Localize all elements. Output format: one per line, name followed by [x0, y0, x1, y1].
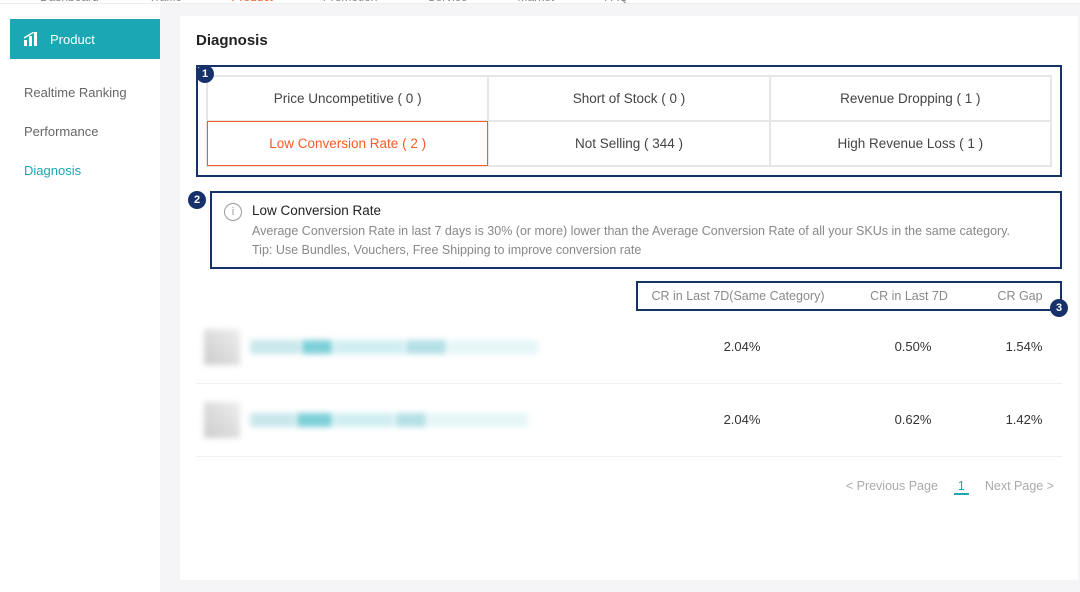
topnav-faq[interactable]: FAQ [604, 0, 628, 4]
page-title: Diagnosis [196, 32, 1062, 49]
annotation-marker-2: 2 [188, 191, 206, 209]
annotation-marker-3: 3 [1050, 299, 1068, 317]
table-row[interactable]: 2.04% 0.62% 1.42% [196, 384, 1062, 457]
topnav-traffic[interactable]: Traffic [149, 0, 182, 4]
sidebar-item-diagnosis[interactable]: Diagnosis [10, 155, 160, 186]
topnav-promotion[interactable]: Promotion [323, 0, 378, 4]
product-name-blurred [250, 332, 632, 362]
table-wrap: CR in Last 7D(Same Category) CR in Last … [196, 281, 1062, 495]
diag-revenue-dropping[interactable]: Revenue Dropping ( 1 ) [770, 76, 1051, 121]
pagination: < Previous Page 1 Next Page > [196, 457, 1062, 495]
diagnosis-grid: Price Uncompetitive ( 0 ) Short of Stock… [206, 75, 1052, 167]
next-page-link[interactable]: Next Page > [985, 479, 1054, 495]
table-row[interactable]: 2.04% 0.50% 1.54% [196, 311, 1062, 384]
info-icon: i [224, 203, 242, 221]
diag-high-revenue-loss[interactable]: High Revenue Loss ( 1 ) [770, 121, 1051, 166]
sidebar-header-label: Product [50, 32, 95, 47]
topnav-service[interactable]: Service [427, 0, 467, 4]
cell-cr-cat: 2.04% [652, 412, 832, 427]
diagnosis-box: 1 Price Uncompetitive ( 0 ) Short of Sto… [196, 65, 1062, 177]
diag-price-uncompetitive[interactable]: Price Uncompetitive ( 0 ) [207, 76, 488, 121]
main-content: Diagnosis 1 Price Uncompetitive ( 0 ) Sh… [180, 16, 1078, 580]
cell-gap: 1.54% [994, 339, 1054, 354]
product-name-blurred [250, 405, 632, 435]
info-box: 2 i Low Conversion Rate Average Conversi… [210, 191, 1062, 269]
top-nav: Dashboard Traffic Product Promotion Serv… [0, 0, 1080, 4]
annotation-marker-1: 1 [196, 65, 214, 83]
diag-short-of-stock[interactable]: Short of Stock ( 0 ) [488, 76, 769, 121]
topnav-product[interactable]: Product [231, 0, 272, 4]
layout: Product Realtime Ranking Performance Dia… [0, 4, 1080, 592]
topnav-dashboard[interactable]: Dashboard [40, 0, 99, 4]
cell-cr-7d: 0.50% [868, 339, 958, 354]
row-values: 2.04% 0.62% 1.42% [652, 412, 1054, 427]
sidebar-header: Product [10, 19, 160, 59]
barchart-icon [24, 32, 42, 46]
cell-cr-7d: 0.62% [868, 412, 958, 427]
sidebar: Product Realtime Ranking Performance Dia… [0, 4, 160, 592]
info-desc: Average Conversion Rate in last 7 days i… [252, 222, 1044, 241]
cell-cr-cat: 2.04% [652, 339, 832, 354]
diag-not-selling[interactable]: Not Selling ( 344 ) [488, 121, 769, 166]
th-cr-same-cat: CR in Last 7D(Same Category) [648, 289, 828, 303]
th-cr-gap: CR Gap [990, 289, 1050, 303]
sidebar-item-performance[interactable]: Performance [10, 116, 160, 147]
row-values: 2.04% 0.50% 1.54% [652, 339, 1054, 354]
cell-gap: 1.42% [994, 412, 1054, 427]
prev-page-link[interactable]: < Previous Page [846, 479, 938, 495]
sidebar-item-realtime[interactable]: Realtime Ranking [10, 77, 160, 108]
th-cr-last7d: CR in Last 7D [864, 289, 954, 303]
product-thumb [204, 402, 240, 438]
diag-low-conversion[interactable]: Low Conversion Rate ( 2 ) [207, 121, 488, 166]
table-header-row: CR in Last 7D(Same Category) CR in Last … [636, 281, 1062, 311]
product-thumb [204, 329, 240, 365]
current-page[interactable]: 1 [954, 479, 969, 495]
info-title: Low Conversion Rate [252, 203, 1044, 218]
topnav-market[interactable]: Market [517, 0, 554, 4]
info-tip: Tip: Use Bundles, Vouchers, Free Shippin… [252, 243, 1044, 257]
